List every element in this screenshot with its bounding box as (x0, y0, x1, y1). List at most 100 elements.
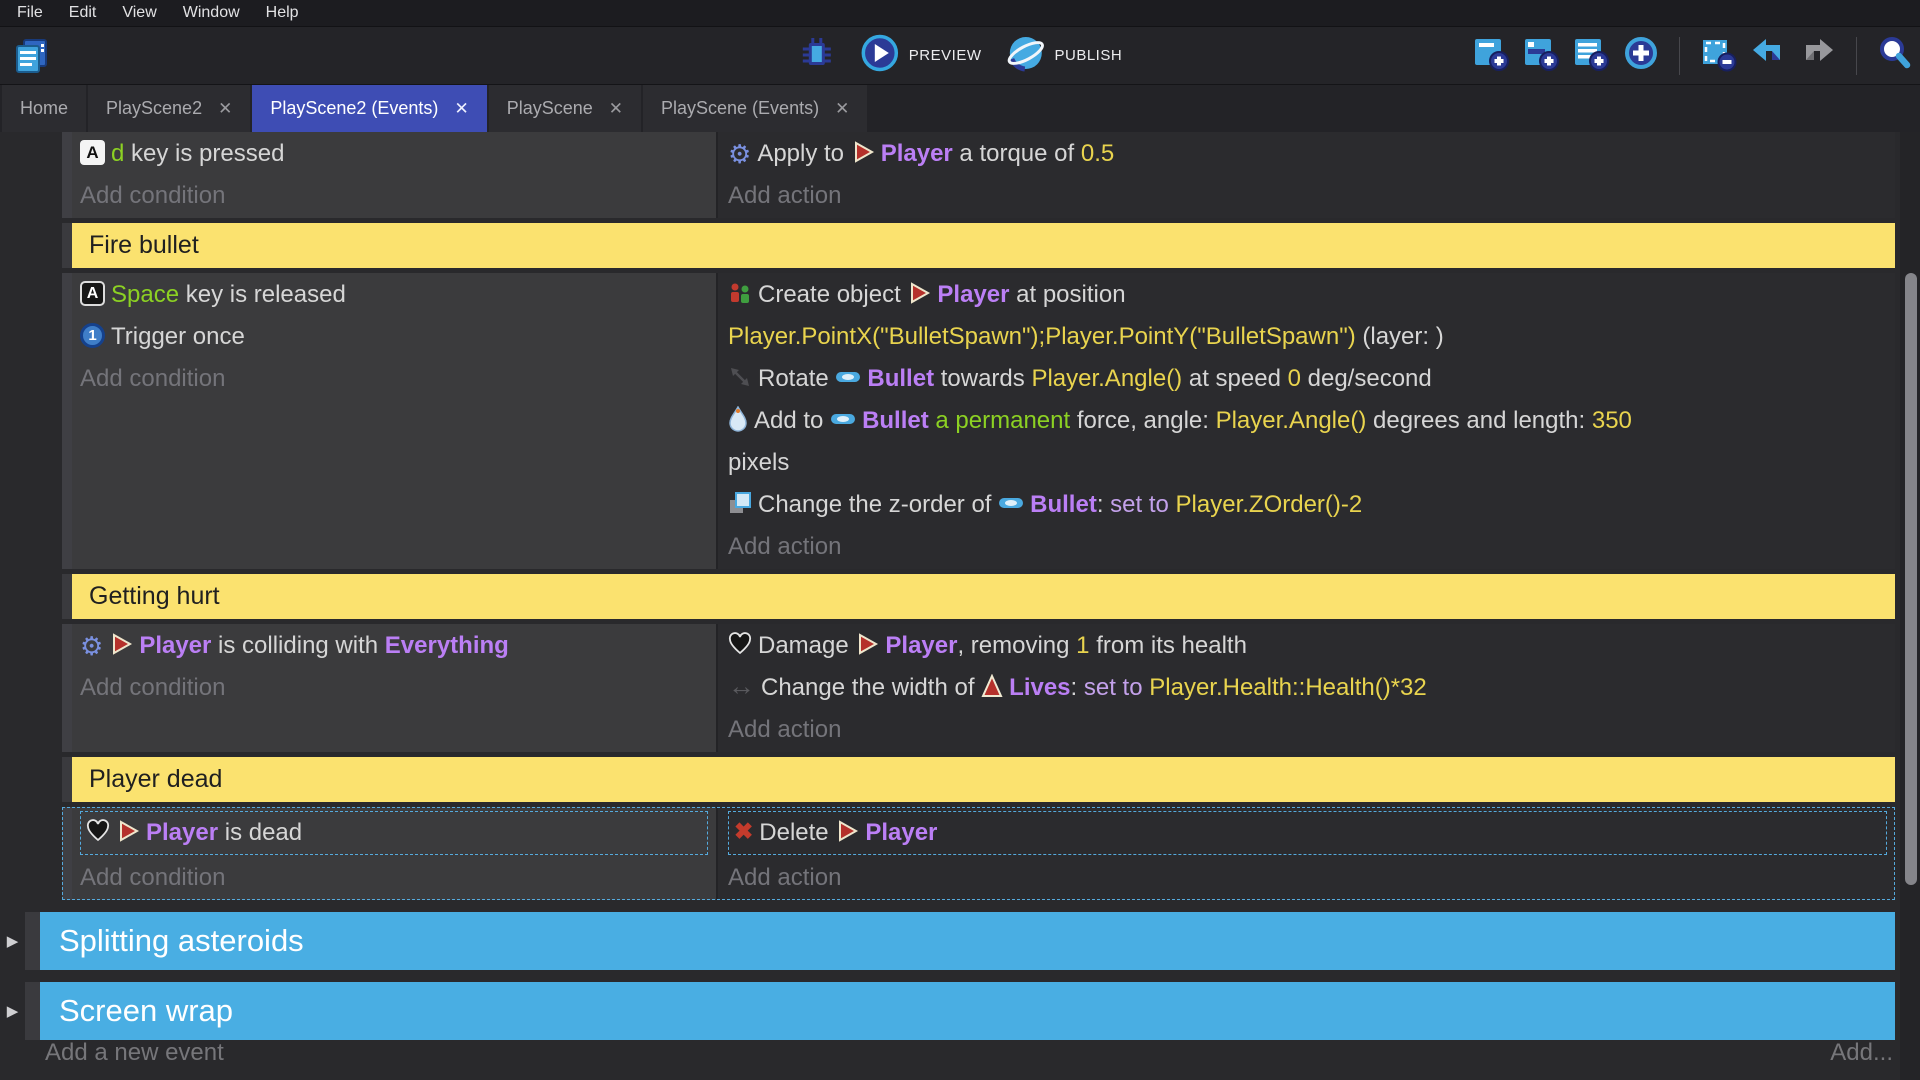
add-new-event-button[interactable]: Add a new event (45, 1039, 224, 1067)
row-drag-handle[interactable] (25, 912, 40, 970)
tab-close-icon[interactable]: ✕ (835, 99, 849, 119)
text-segment: degrees and length: (1366, 407, 1592, 434)
action-item[interactable]: Rotate Bullet towards Player.Angle() at … (728, 358, 1889, 400)
condition-item[interactable]: 1Trigger once (80, 316, 710, 358)
scrollbar-thumb[interactable] (1905, 273, 1917, 885)
tab-close-icon[interactable]: ✕ (218, 99, 232, 119)
menu-help[interactable]: Help (253, 4, 312, 22)
text-segment: , removing (957, 632, 1076, 659)
group-collapse-arrow-icon[interactable]: ▶ (0, 912, 25, 970)
action-item[interactable]: Damage Player, removing 1 from its healt… (728, 625, 1889, 667)
menu-view[interactable]: View (109, 4, 169, 22)
comment-bar[interactable]: Fire bullet (72, 223, 1895, 268)
add-circle-button[interactable] (1622, 34, 1660, 77)
row-drag-handle[interactable] (62, 574, 72, 619)
comment-row: Fire bullet (62, 223, 1895, 268)
toolbar-separator (1679, 37, 1680, 75)
tab-playscene-events[interactable]: PlayScene (Events) ✕ (643, 85, 867, 132)
text-segment: a permanent (935, 407, 1070, 434)
tab-playscene2[interactable]: PlayScene2✕ (88, 85, 250, 132)
new-event-button[interactable] (1472, 34, 1510, 77)
new-comment-button[interactable] (1572, 34, 1610, 77)
event-row[interactable]: ⚙Player is colliding with EverythingAdd … (62, 624, 1895, 752)
event-row[interactable]: Player is deadAdd condition✖Delete Playe… (62, 807, 1895, 900)
menu-file[interactable]: File (4, 4, 56, 22)
text-segment: 350 (1592, 407, 1632, 434)
search-button[interactable] (1876, 34, 1914, 77)
tab-playscene2-events[interactable]: PlayScene2 (Events)✕ (252, 85, 486, 132)
text-segment: Rotate (758, 365, 835, 392)
text-segment: Player (937, 281, 1009, 308)
create-object-icon (728, 281, 752, 305)
trigger-once-icon: 1 (80, 323, 105, 348)
text-segment: key is pressed (124, 140, 284, 167)
action-item[interactable]: Create object Player at position Player.… (728, 274, 1889, 358)
conditions-column: Player is deadAdd condition (72, 807, 718, 900)
player-object-icon (835, 819, 859, 843)
tab-home[interactable]: Home (2, 85, 86, 132)
condition-item[interactable]: Ad key is pressed (80, 133, 710, 175)
text-segment: Add to (754, 407, 830, 434)
condition-item[interactable]: ASpace key is released (80, 274, 710, 316)
add-action-button[interactable]: Add action (728, 175, 1889, 217)
text-segment: Bullet (1030, 491, 1097, 518)
row-drag-handle[interactable] (62, 223, 72, 268)
action-item[interactable]: ↔Change the width of Lives: set to Playe… (728, 667, 1889, 709)
add-button[interactable]: Add... (1830, 1039, 1893, 1067)
add-condition-button[interactable]: Add condition (80, 857, 710, 899)
tab-close-icon[interactable]: ✕ (609, 99, 623, 119)
comment-bar[interactable]: Player dead (72, 757, 1895, 802)
text-segment: deg/second (1301, 365, 1432, 392)
tab-label: PlayScene (Events) (661, 98, 819, 119)
player-object-icon (116, 819, 140, 843)
add-condition-button[interactable]: Add condition (80, 175, 710, 217)
add-action-button[interactable]: Add action (728, 709, 1889, 751)
physics-behavior-icon: ⚙ (728, 142, 751, 166)
action-item[interactable]: ⚙Apply to Player a torque of 0.5 (728, 133, 1889, 175)
text-segment: Change the width of (761, 674, 981, 701)
undo-button[interactable] (1749, 34, 1787, 77)
event-row[interactable]: Ad key is pressedAdd condition ⚙Apply to … (62, 132, 1895, 218)
rotate-icon (728, 365, 752, 389)
comment-bar[interactable]: Getting hurt (72, 574, 1895, 619)
group-collapse-arrow-icon[interactable]: ▶ (0, 982, 25, 1040)
delete-selection-button[interactable] (1699, 34, 1737, 77)
row-drag-handle[interactable] (25, 982, 40, 1040)
delete-icon: ✖ (734, 819, 753, 843)
row-drag-handle[interactable] (62, 757, 72, 802)
add-condition-button[interactable]: Add condition (80, 358, 710, 400)
app-logo-icon (12, 36, 52, 81)
row-drag-handle[interactable] (62, 624, 72, 752)
add-action-button[interactable]: Add action (728, 526, 1889, 568)
row-drag-handle[interactable] (62, 273, 72, 569)
group-row: ▶ Splitting asteroids (0, 912, 1895, 970)
action-item[interactable]: Change the z-order of Bullet: set to Pla… (728, 484, 1889, 526)
player-object-icon (851, 140, 875, 164)
row-drag-handle[interactable] (62, 807, 72, 900)
add-condition-button[interactable]: Add condition (80, 667, 710, 709)
player-object-icon (907, 281, 931, 305)
add-action-button[interactable]: Add action (728, 857, 1889, 899)
conditions-column: ASpace key is released1Trigger onceAdd c… (72, 273, 718, 569)
text-segment: Player.Health::Health()*32 (1149, 674, 1426, 701)
preview-button[interactable]: PREVIEW (860, 33, 982, 78)
condition-item[interactable]: ⚙Player is colliding with Everything (80, 625, 710, 667)
menu-window[interactable]: Window (170, 4, 253, 22)
group-bar[interactable]: Screen wrap (40, 982, 1895, 1040)
new-subevent-button[interactable] (1522, 34, 1560, 77)
menu-edit[interactable]: Edit (56, 4, 110, 22)
text-segment: Player (881, 140, 953, 167)
publish-button[interactable]: PUBLISH (1005, 33, 1122, 78)
group-bar[interactable]: Splitting asteroids (40, 912, 1895, 970)
row-drag-handle[interactable] (62, 132, 72, 218)
event-row[interactable]: ASpace key is released1Trigger onceAdd c… (62, 273, 1895, 569)
action-item[interactable]: ✖Delete Player (728, 811, 1887, 855)
tab-label: Home (20, 98, 68, 119)
tab-close-icon[interactable]: ✕ (454, 99, 468, 119)
debugger-icon[interactable] (798, 34, 836, 77)
tab-playscene[interactable]: PlayScene✕ (489, 85, 641, 132)
text-segment: Create object (758, 281, 907, 308)
redo-button[interactable] (1799, 34, 1837, 77)
condition-item[interactable]: Player is dead (80, 811, 708, 855)
action-item[interactable]: Add to Bullet a permanent force, angle: … (728, 400, 1889, 484)
